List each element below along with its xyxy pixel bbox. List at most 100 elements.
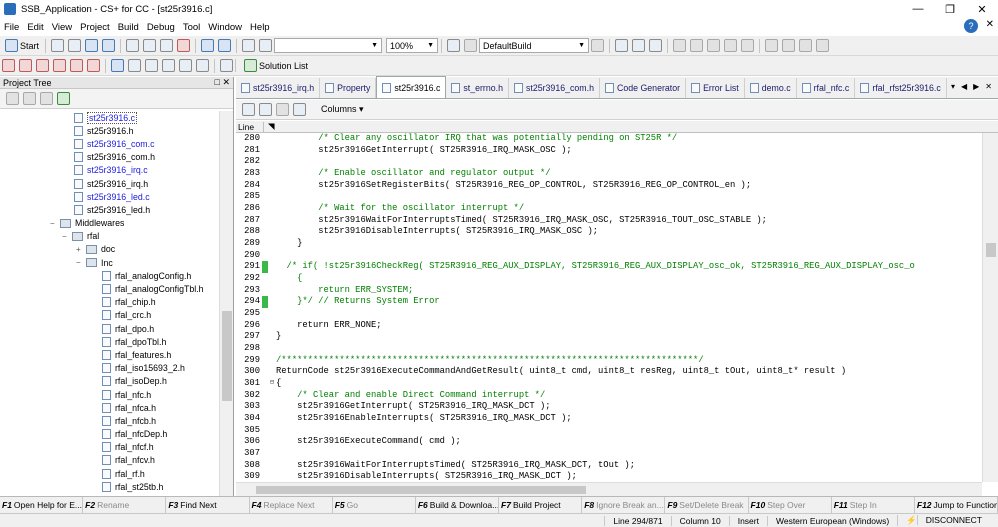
fkey-f2[interactable]: F2 Rename <box>83 497 167 513</box>
fkey-f12[interactable]: F12 Jump to Function <box>915 497 998 513</box>
window-icon[interactable] <box>111 59 124 72</box>
tab-rfal-nfc-c[interactable]: rfal_nfc.c <box>797 78 856 98</box>
split-icon[interactable] <box>145 59 158 72</box>
tree-file[interactable]: rfal_crc.h <box>0 309 220 322</box>
find-in-files-icon[interactable] <box>259 39 273 52</box>
tree-file[interactable]: rfal_analogConfigTbl.h <box>0 282 220 295</box>
menu-item-debug[interactable]: Debug <box>143 22 179 33</box>
tab-next-icon[interactable]: ▶ <box>973 82 979 91</box>
tree-sort-icon[interactable] <box>6 92 19 105</box>
tree-folder[interactable]: − Inc <box>0 256 220 269</box>
expand-icon[interactable]: − <box>76 258 84 267</box>
step-out-icon[interactable] <box>799 39 813 52</box>
step-in-icon[interactable] <box>765 39 779 52</box>
build-settings-icon[interactable] <box>447 39 461 52</box>
fkey-f4[interactable]: F4 Replace Next <box>250 497 333 513</box>
tree-file[interactable]: st25r3916.c <box>0 111 220 124</box>
tab-property[interactable]: Property <box>320 78 377 98</box>
open-icon[interactable] <box>68 39 82 52</box>
tree-folder[interactable]: − Middlewares <box>0 217 220 230</box>
fold-marker[interactable]: ⊟ <box>268 378 276 390</box>
fkey-f6[interactable]: F6 Build & Downloa... <box>416 497 500 513</box>
tree-file[interactable]: rfal_analogConfig.h <box>0 269 220 282</box>
zoom-select[interactable]: 100% ▼ <box>386 38 439 53</box>
start-button[interactable]: Start <box>0 39 42 52</box>
tree-file[interactable]: rfal_nfcv.h <box>0 454 220 467</box>
menu-item-project[interactable]: Project <box>76 22 114 33</box>
cut-icon[interactable] <box>126 39 140 52</box>
menu-item-help[interactable]: Help <box>246 22 274 33</box>
editor-hscrollbar[interactable] <box>236 482 982 496</box>
tab-st-errno-h[interactable]: st_errno.h <box>446 78 509 98</box>
columns-dropdown[interactable]: Columns ▾ <box>316 104 369 115</box>
fkey-f3[interactable]: F3 Find Next <box>166 497 250 513</box>
tree-properties-icon[interactable] <box>23 92 36 105</box>
minimize-icon[interactable]: — <box>902 0 934 18</box>
menu-item-build[interactable]: Build <box>114 22 143 33</box>
solution-list-button[interactable]: Solution List <box>235 59 314 72</box>
tree-file[interactable]: st25r3916_irq.h <box>0 177 220 190</box>
panel-icon[interactable] <box>128 59 141 72</box>
save-all-icon[interactable] <box>102 39 116 52</box>
tree-file[interactable]: st25r3916_com.c <box>0 137 220 150</box>
tab-st25r3916-irq-h[interactable]: st25r3916_irq.h <box>236 78 321 98</box>
find-icon[interactable] <box>242 39 256 52</box>
fkey-f7[interactable]: F7 Build Project <box>499 497 583 513</box>
tree-file[interactable]: st25r3916_led.h <box>0 203 220 216</box>
tree-file[interactable]: st25r3916_irq.c <box>0 164 220 177</box>
return-icon[interactable] <box>816 39 830 52</box>
download-icon[interactable] <box>615 39 629 52</box>
restart-icon[interactable] <box>741 39 755 52</box>
disconnect-icon[interactable] <box>649 39 663 52</box>
run-icon[interactable] <box>707 39 721 52</box>
editor-undo-icon[interactable] <box>293 103 306 116</box>
paste-icon[interactable] <box>160 39 174 52</box>
editor-redo-icon[interactable] <box>276 103 289 116</box>
close-document-icon[interactable]: ✕ <box>986 19 994 30</box>
copy-icon[interactable] <box>143 39 157 52</box>
tile-icon[interactable] <box>162 59 175 72</box>
bookmark-prev-icon[interactable] <box>19 59 32 72</box>
stop-icon[interactable] <box>673 39 687 52</box>
compare-icon[interactable] <box>220 59 233 72</box>
expand-icon[interactable]: − <box>62 232 70 241</box>
tree-file[interactable]: rfal_iso15693_2.h <box>0 362 220 375</box>
fkey-f11[interactable]: F11 Step In <box>832 497 915 513</box>
tree-file[interactable]: rfal_st25tb.h <box>0 480 220 493</box>
tree-folder[interactable]: − rfal <box>0 230 220 243</box>
menu-item-tool[interactable]: Tool <box>179 22 204 33</box>
delete-icon[interactable] <box>177 39 191 52</box>
tree-file[interactable]: rfal_isoDep.h <box>0 375 220 388</box>
tree-file[interactable]: rfal_chip.h <box>0 296 220 309</box>
expand-icon[interactable]: + <box>76 245 84 254</box>
save-icon[interactable] <box>85 39 99 52</box>
menu-item-file[interactable]: File <box>0 22 23 33</box>
editor-property-icon[interactable] <box>242 103 255 116</box>
restore-icon[interactable]: ❐ <box>934 0 966 18</box>
bookmark-list-icon[interactable] <box>70 59 83 72</box>
upload-icon[interactable] <box>632 39 646 52</box>
help-icon[interactable]: ? <box>964 19 978 33</box>
go-icon[interactable] <box>690 39 704 52</box>
tree-file[interactable]: rfal_nfcf.h <box>0 441 220 454</box>
bookmark-icon[interactable] <box>2 59 15 72</box>
code-editor[interactable]: 280 /* Clear any oscillator IRQ that was… <box>236 133 982 482</box>
new-file-icon[interactable] <box>51 39 65 52</box>
expand-icon[interactable]: − <box>50 219 58 228</box>
bookmark-next-icon[interactable] <box>36 59 49 72</box>
fkey-f10[interactable]: F10 Step Over <box>749 497 832 513</box>
tree-file[interactable]: st25r3916.h <box>0 124 220 137</box>
redo-icon[interactable] <box>218 39 232 52</box>
editor-bookmark-icon[interactable] <box>259 103 272 116</box>
menu-item-view[interactable]: View <box>48 22 76 33</box>
tree-file[interactable]: rfal_nfca.h <box>0 401 220 414</box>
fkey-f5[interactable]: F5 Go <box>333 497 416 513</box>
tab-prev-icon[interactable]: ◀ <box>961 82 967 91</box>
cascade-icon[interactable] <box>179 59 192 72</box>
tab-st25r3916-com-h[interactable]: st25r3916_com.h <box>509 78 600 98</box>
step-over-icon[interactable] <box>782 39 796 52</box>
tree-file[interactable]: rfal_rf.h <box>0 467 220 480</box>
tab-code-generator[interactable]: Code Generator <box>600 78 687 98</box>
menu-item-window[interactable]: Window <box>204 22 246 33</box>
editor-vscrollbar[interactable] <box>982 133 998 482</box>
